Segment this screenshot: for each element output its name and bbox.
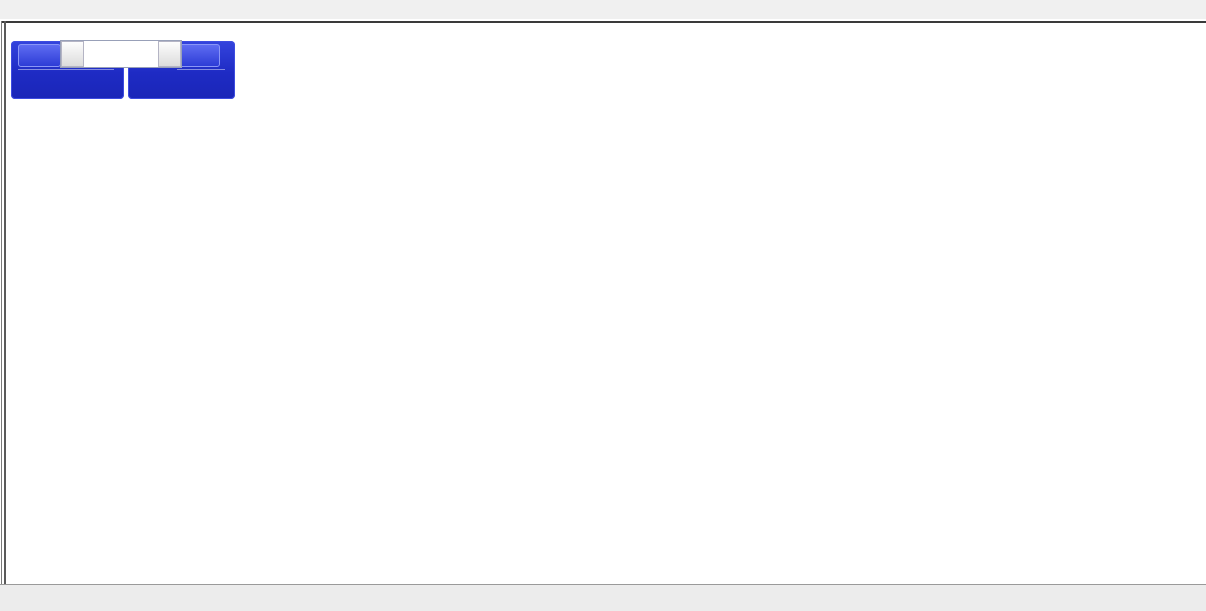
volume-increase-button[interactable] [158, 41, 181, 67]
volume-spinner [60, 40, 182, 68]
window-left-border [1, 21, 2, 610]
one-click-trading-panel [11, 40, 235, 100]
buy-button[interactable] [177, 44, 220, 67]
chart-left-border [4, 21, 6, 610]
buy-divider [177, 69, 225, 70]
sell-divider [18, 69, 114, 70]
symbol-tab-bar [0, 584, 1206, 611]
mt4-window [0, 0, 1206, 611]
window-top-border [2, 21, 1206, 23]
volume-input[interactable] [84, 41, 158, 67]
timeframe-toolbar [0, 0, 1206, 19]
sell-button[interactable] [18, 44, 61, 67]
volume-decrease-button[interactable] [61, 41, 84, 67]
